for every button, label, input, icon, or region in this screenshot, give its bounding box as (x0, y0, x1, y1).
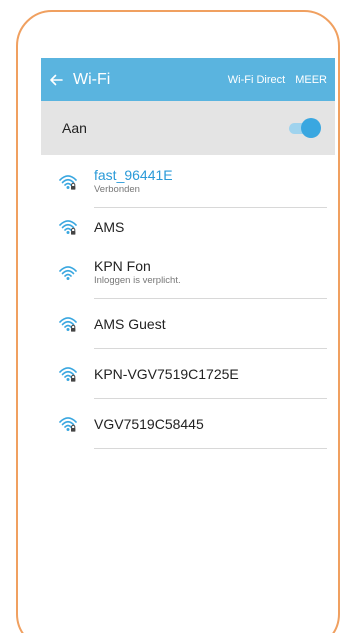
wifi-toggle-label: Aan (62, 120, 87, 136)
network-name: fast_96441E (94, 167, 173, 183)
wifi-lock-icon (41, 415, 94, 433)
network-item[interactable]: VGV7519C58445 (41, 399, 335, 449)
wifi-lock-icon (41, 173, 94, 191)
wifi-lock-icon (41, 315, 94, 333)
network-item[interactable]: KPN-VGV7519C1725E (41, 349, 335, 399)
switch-knob (301, 118, 321, 138)
back-arrow-icon (50, 74, 63, 85)
network-name: VGV7519C58445 (94, 415, 204, 432)
network-item[interactable]: AMS Guest (41, 299, 335, 349)
wifi-lock-icon (41, 218, 94, 236)
page-title: Wi-Fi (73, 70, 111, 88)
network-item[interactable]: KPN Fon Inloggen is verplicht. (41, 246, 335, 299)
network-list: fast_96441E Verbonden AMS KPN Fon Inlogg… (41, 155, 335, 588)
network-status: Inloggen is verplicht. (94, 275, 181, 286)
network-item[interactable]: fast_96441E Verbonden (41, 155, 335, 208)
wifi-icon (41, 264, 94, 282)
network-status: Verbonden (94, 184, 140, 195)
back-button[interactable] (41, 58, 71, 101)
page: Wi-Fi Wi-Fi Direct MEER Aan fast_96441E … (0, 0, 348, 633)
wifi-direct-button[interactable]: Wi-Fi Direct (228, 74, 285, 86)
network-name: AMS (94, 218, 125, 235)
network-name: KPN-VGV7519C1725E (94, 365, 239, 382)
app-bar: Wi-Fi Wi-Fi Direct MEER (41, 58, 335, 101)
wifi-lock-icon (41, 365, 94, 383)
more-button[interactable]: MEER (295, 74, 327, 86)
network-item[interactable]: AMS (41, 208, 335, 246)
wifi-toggle-switch[interactable] (287, 118, 321, 138)
wifi-toggle-row[interactable]: Aan (41, 101, 335, 155)
wifi-settings-screen: Wi-Fi Wi-Fi Direct MEER Aan fast_96441E … (41, 58, 335, 588)
network-name: AMS Guest (94, 315, 166, 332)
network-name: KPN Fon (94, 258, 151, 274)
